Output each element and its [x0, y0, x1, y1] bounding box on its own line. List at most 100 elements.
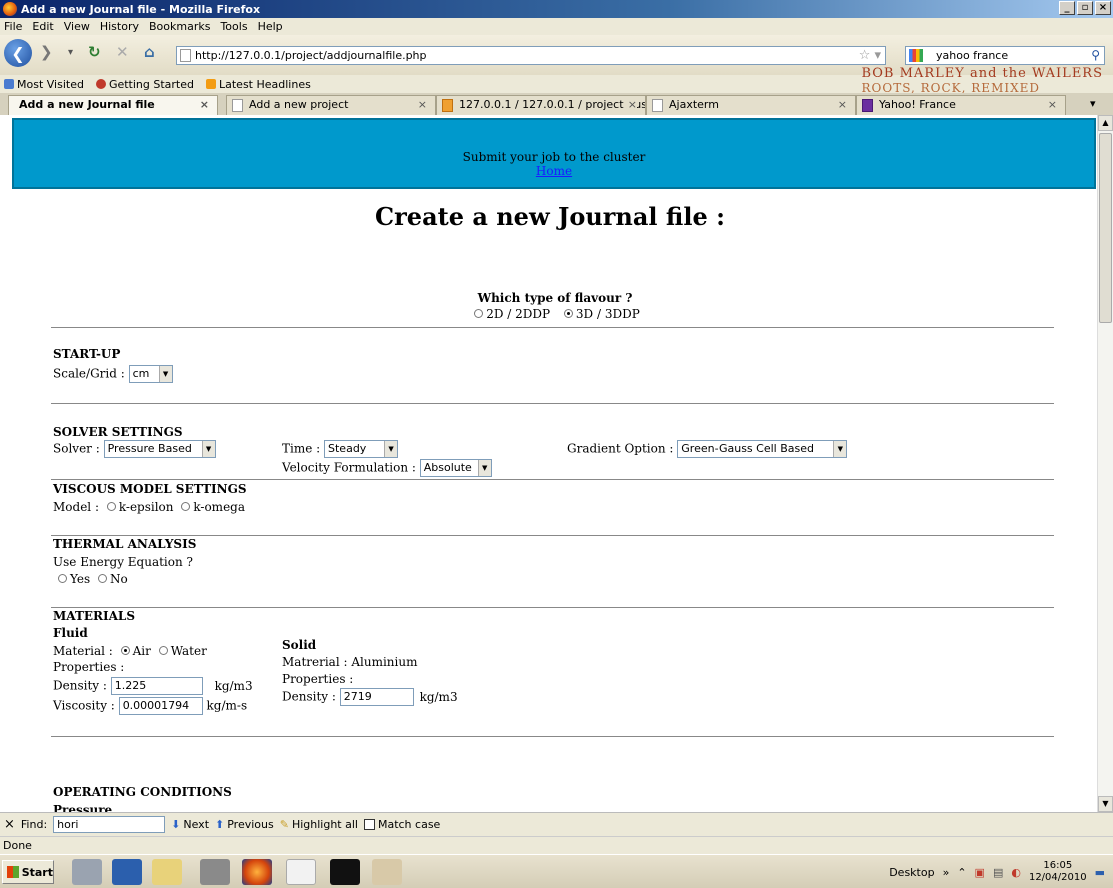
energy-no-radio[interactable]: [97, 574, 107, 583]
system-tray: Desktop » ⌃ ▣ ▤ ◐ 16:05 12/04/2010 ▬: [889, 857, 1113, 887]
forward-button[interactable]: ❯: [40, 43, 53, 61]
bookmark-star-icon[interactable]: ☆ ▾: [859, 47, 881, 64]
bookmark-getting-started[interactable]: Getting Started: [95, 78, 194, 91]
water-radio[interactable]: [158, 646, 168, 655]
tab-ajaxterm[interactable]: Ajaxterm ×: [646, 95, 856, 115]
k-epsilon-radio[interactable]: [106, 502, 116, 511]
tab-close-icon[interactable]: ×: [418, 96, 427, 114]
volume-icon[interactable]: ◐: [1011, 866, 1021, 879]
menu-tools[interactable]: Tools: [220, 20, 247, 33]
tab-close-icon[interactable]: ×: [625, 96, 637, 114]
find-next-button[interactable]: ⬇ Next: [171, 818, 209, 831]
menu-view[interactable]: View: [64, 20, 90, 33]
velocity-select[interactable]: Absolute ▼: [419, 459, 492, 477]
flavour-3d-radio[interactable]: [563, 309, 573, 318]
windows-taskbar: Start Desktop » ⌃ ▣ ▤ ◐ 16:05 12/04/2010…: [0, 854, 1113, 888]
show-desktop-icon[interactable]: ▬: [1095, 866, 1105, 879]
server-app-icon[interactable]: [200, 859, 230, 885]
vertical-scrollbar[interactable]: ▲ ▼: [1097, 115, 1113, 812]
search-icon[interactable]: ⚲: [1091, 47, 1100, 64]
tray-expand-icon[interactable]: ⌃: [957, 866, 966, 879]
back-button[interactable]: ❮: [4, 39, 32, 67]
air-radio[interactable]: [120, 646, 130, 655]
menu-edit[interactable]: Edit: [32, 20, 53, 33]
energy-yes-radio[interactable]: [58, 574, 67, 583]
clock[interactable]: 16:05 12/04/2010: [1029, 860, 1087, 884]
solver-select[interactable]: Pressure Based ▼: [103, 440, 216, 458]
fluid-viscosity-unit: kg/m-s: [206, 698, 248, 713]
fluid-viscosity-row: Viscosity : 0.00001794 kg/m-s: [53, 697, 247, 715]
fluid-viscosity-input[interactable]: 0.00001794: [118, 697, 203, 715]
scale-select[interactable]: cm ▼: [128, 365, 173, 383]
k-omega-radio[interactable]: [181, 502, 191, 511]
gradient-select[interactable]: Green-Gauss Cell Based ▼: [677, 440, 848, 458]
stop-icon[interactable]: ✕: [116, 43, 129, 61]
notepad-icon[interactable]: [286, 859, 316, 885]
firefox-task-icon[interactable]: [242, 859, 272, 885]
tab-yahoo-france[interactable]: Yahoo! France ×: [856, 95, 1066, 115]
restore-button[interactable]: ▫: [1077, 1, 1093, 15]
time-select[interactable]: Steady ▼: [324, 440, 399, 458]
solid-density-row: Density : 2719 kg/m3: [282, 688, 458, 706]
powershell-icon[interactable]: [112, 859, 142, 885]
tab-close-icon[interactable]: ×: [838, 96, 847, 114]
minimize-button[interactable]: _: [1059, 1, 1075, 15]
tab-close-icon[interactable]: ×: [1048, 96, 1057, 114]
scrollbar-thumb[interactable]: [1099, 133, 1112, 323]
status-bar: Done: [0, 836, 1113, 854]
bookmark-latest-headlines[interactable]: Latest Headlines: [206, 78, 311, 91]
tab-add-journal-file[interactable]: Add a new Journal file ×: [8, 95, 218, 115]
flavour-question: Which type of flavour ?: [477, 291, 633, 305]
search-bar[interactable]: yahoo france ⚲: [905, 46, 1105, 65]
tab-add-new-project[interactable]: Add a new project ×: [226, 95, 436, 115]
solid-properties-label: Properties :: [282, 672, 354, 686]
tab-phpmyadmin[interactable]: 127.0.0.1 / 127.0.0.1 / project / user..…: [436, 95, 646, 115]
close-window-button[interactable]: ×: [1095, 1, 1111, 15]
tab-label: Add a new project: [249, 98, 349, 111]
fluid-density-row: Density : 1.225 kg/m3: [53, 677, 253, 695]
network-icon[interactable]: ▤: [993, 866, 1003, 879]
highlight-all-label: Highlight all: [291, 818, 358, 831]
menu-bookmarks[interactable]: Bookmarks: [149, 20, 210, 33]
bookmark-most-visited[interactable]: Most Visited: [4, 78, 84, 91]
fluid-material-label: Material :: [53, 644, 113, 658]
chevron-down-icon: ▼: [477, 460, 491, 476]
paint-icon[interactable]: [372, 859, 402, 885]
tab-close-icon[interactable]: ×: [200, 96, 209, 114]
explorer-icon[interactable]: [152, 859, 182, 885]
all-tabs-icon[interactable]: ▾: [1090, 97, 1096, 110]
solid-density-input[interactable]: 2719: [339, 688, 414, 706]
solid-heading: Solid: [282, 638, 317, 652]
flavour-2d-radio[interactable]: [474, 309, 484, 318]
find-previous-button[interactable]: ⬆ Previous: [215, 818, 274, 831]
chevron-down-icon: ▼: [201, 441, 215, 457]
home-icon[interactable]: ⌂: [144, 43, 155, 61]
reload-icon[interactable]: ↻: [88, 43, 101, 61]
start-button[interactable]: Start: [2, 860, 54, 884]
find-close-icon[interactable]: ×: [4, 817, 15, 832]
match-case-checkbox[interactable]: Match case: [363, 818, 441, 831]
tray-app-icon[interactable]: ▣: [975, 866, 985, 879]
toolbar-expand-icon[interactable]: »: [943, 866, 950, 879]
thermal-heading: THERMAL ANALYSIS: [53, 537, 197, 551]
find-input[interactable]: hori: [53, 816, 166, 833]
search-engine-icon[interactable]: [909, 49, 923, 62]
match-case-label: Match case: [377, 818, 441, 831]
scroll-up-icon[interactable]: ▲: [1098, 115, 1113, 131]
network-app-icon[interactable]: [72, 859, 102, 885]
history-dropdown-icon[interactable]: ▾: [68, 47, 73, 58]
theme-art-line1: BOB MARLEY and the WAILERS: [861, 66, 1103, 81]
page-icon: [232, 99, 243, 112]
water-label: Water: [170, 644, 207, 658]
highlight-all-button[interactable]: ✎ Highlight all: [280, 818, 358, 831]
scroll-down-icon[interactable]: ▼: [1098, 796, 1113, 812]
desktop-toolbar-label[interactable]: Desktop: [889, 866, 934, 879]
menu-history[interactable]: History: [100, 20, 139, 33]
k-epsilon-label: k-epsilon: [118, 500, 174, 514]
command-prompt-icon[interactable]: [330, 859, 360, 885]
menu-file[interactable]: File: [4, 20, 22, 33]
url-bar[interactable]: http://127.0.0.1/project/addjournalfile.…: [176, 46, 886, 65]
menu-help[interactable]: Help: [258, 20, 283, 33]
home-link[interactable]: Home: [14, 164, 1094, 178]
fluid-density-input[interactable]: 1.225: [110, 677, 203, 695]
